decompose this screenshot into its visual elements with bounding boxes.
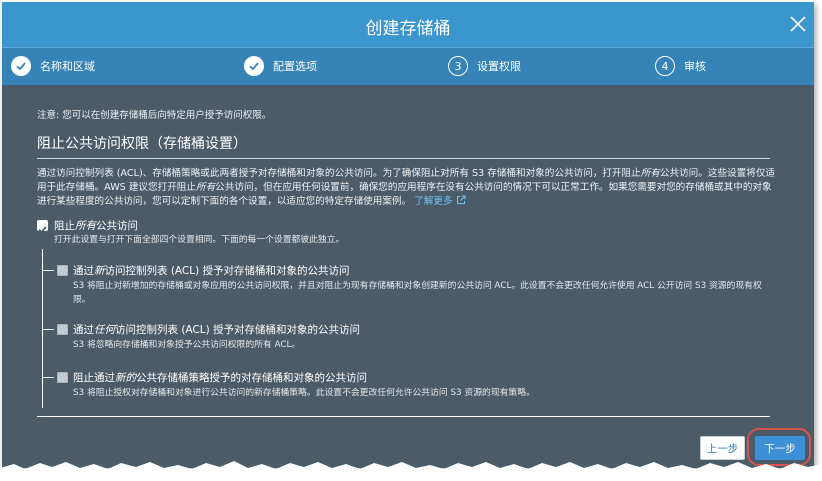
label-emphasis: 任何 (94, 324, 115, 336)
label-text: 访问控制列表 (ACL) 授予对存储桶和对象的公共访问 (104, 265, 350, 277)
close-icon[interactable] (788, 14, 808, 34)
option-any-acl-checkbox[interactable] (57, 324, 68, 335)
section-heading: 阻止公共访问权限（存储桶设置） (37, 136, 247, 152)
create-bucket-dialog: 创建存储桶 名称和区域 配置选项 3 设置权限 4 审核 注意: 您可以在创建存… (2, 2, 814, 468)
title-bar: 创建存储桶 (2, 2, 814, 47)
footer-divider (37, 416, 770, 417)
label-text: 公共访问 (96, 220, 138, 232)
check-icon (244, 56, 264, 76)
label-emphasis: 新 (94, 265, 105, 277)
description-emphasis: 所有 (195, 182, 216, 193)
option-new-acl-title: 通过新访问控制列表 (ACL) 授予对存储桶和对象的公共访问 (73, 263, 350, 278)
step-set-permissions[interactable]: 3 设置权限 (448, 54, 521, 78)
option-new-policy-title: 阻止通过新的公共存储桶策略授予的对存储桶和对象的公共访问 (73, 370, 367, 385)
external-link-icon (456, 195, 466, 204)
option-new-policy-checkbox[interactable] (57, 372, 68, 383)
learn-more-label: 了解更多 (414, 196, 453, 207)
option-new-acl-checkbox[interactable] (57, 265, 68, 276)
label-text: 阻止通过 (73, 372, 115, 384)
step-name-and-region[interactable]: 名称和区域 (11, 54, 95, 78)
step-number: 4 (655, 56, 675, 76)
check-icon (11, 56, 31, 76)
option-new-policy-description: S3 将阻止授权对存储桶和对象进行公共访问的新存储桶策略。此设置不会更改任何允许… (73, 388, 535, 398)
divider (37, 158, 770, 159)
block-all-label: 阻止所有公共访问 (54, 218, 138, 233)
option-any-acl-title: 通过任何访问控制列表 (ACL) 授予对存储桶和对象的公共访问 (73, 322, 360, 337)
step-configure-options[interactable]: 配置选项 (244, 54, 317, 78)
block-all-checkbox[interactable] (37, 220, 48, 234)
description: 通过访问控制列表 (ACL)、存储桶策略或此两者授予对存储桶和对象的公共访问。为… (37, 167, 777, 209)
wizard-steps: 名称和区域 配置选项 3 设置权限 4 审核 (2, 47, 814, 85)
label-text: 通过 (73, 324, 94, 336)
label-text: 访问控制列表 (ACL) 授予对存储桶和对象的公共访问 (115, 324, 361, 336)
step-label: 名称和区域 (40, 60, 95, 73)
step-review[interactable]: 4 审核 (655, 54, 706, 78)
dialog-title: 创建存储桶 (365, 19, 451, 39)
description-text: 通过访问控制列表 (ACL)、存储桶策略或此两者授予对存储桶和对象的公共访问。为… (37, 168, 641, 179)
notice-text: 注意: 您可以在创建存储桶后向特定用户授予访问权限。 (37, 110, 272, 121)
step-number: 3 (448, 56, 468, 76)
label-text: 阻止 (54, 220, 75, 232)
torn-edge (0, 461, 822, 481)
tree-connector (42, 329, 54, 330)
step-label: 审核 (684, 60, 706, 73)
option-new-acl-description: S3 将阻止对新增加的存储桶或对象应用的公共访问权限，并且对阻止为现有存储桶和对… (73, 281, 762, 305)
label-text: 通过 (73, 265, 94, 277)
step-label: 配置选项 (273, 60, 317, 73)
label-emphasis: 新的 (115, 372, 136, 384)
step-label: 设置权限 (477, 60, 521, 73)
block-all-description: 打开此设置与打开下面全部四个设置相同。下面的每一个设置都彼此独立。 (54, 235, 345, 245)
description-emphasis: 所有 (640, 168, 660, 179)
option-any-acl-description: S3 将忽略向存储桶和对象授予公共访问权限的所有 ACL。 (73, 340, 301, 350)
tree-connector (42, 270, 54, 271)
learn-more-link[interactable]: 了解更多 (414, 195, 466, 207)
label-emphasis: 所有 (75, 220, 96, 232)
tree-connector (42, 377, 54, 378)
label-text: 公共存储桶策略授予的对存储桶和对象的公共访问 (136, 372, 367, 384)
